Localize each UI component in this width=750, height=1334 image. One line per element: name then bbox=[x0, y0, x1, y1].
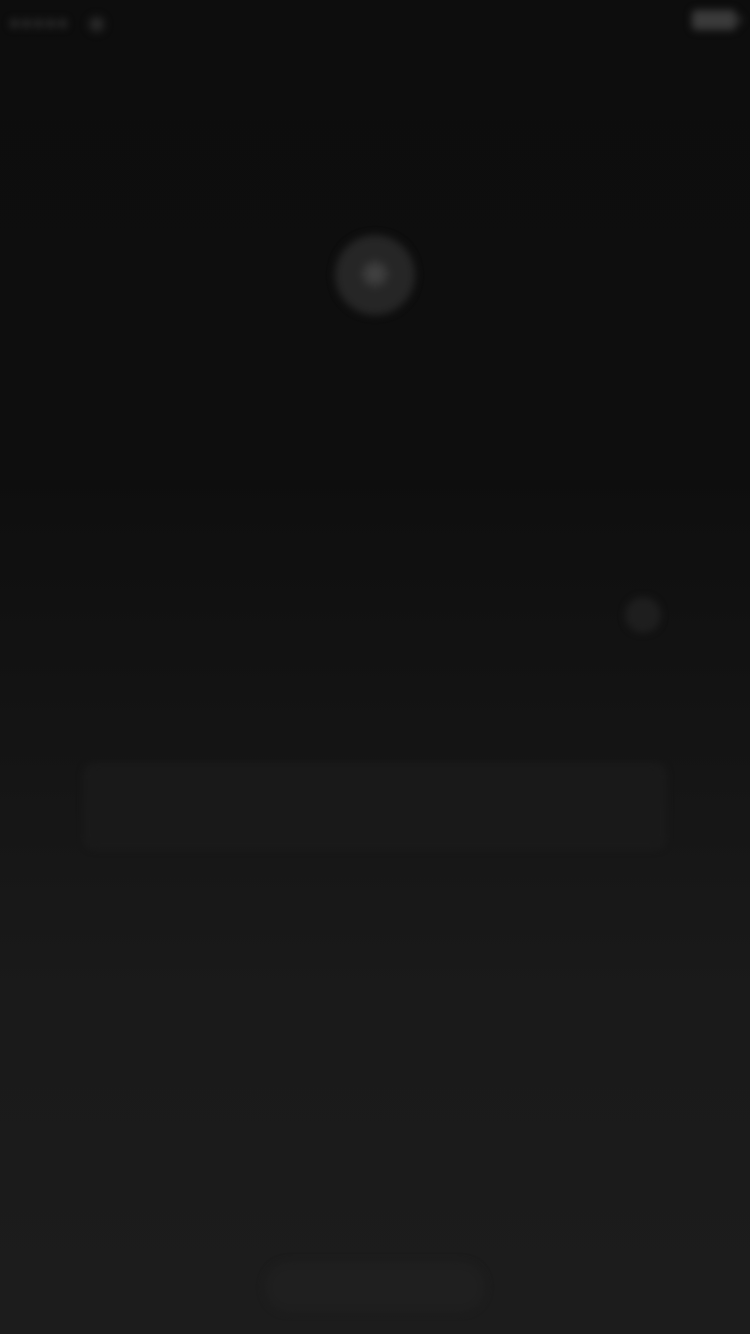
eye-icon[interactable] bbox=[626, 598, 660, 632]
signal-strength-icon bbox=[10, 18, 67, 28]
avatar[interactable]: ❋ bbox=[335, 235, 415, 315]
footer-link[interactable] bbox=[265, 1262, 485, 1312]
blurred-content: ◉ ❋ bbox=[0, 0, 750, 1334]
status-bar: ◉ bbox=[0, 0, 750, 40]
user-icon: ❋ bbox=[359, 254, 391, 295]
password-row bbox=[90, 580, 660, 652]
status-right bbox=[682, 10, 741, 30]
battery-icon bbox=[692, 10, 741, 30]
avatar-circle: ❋ bbox=[335, 235, 415, 315]
status-left: ◉ bbox=[10, 10, 106, 36]
wifi-icon: ◉ bbox=[87, 10, 107, 35]
password-input[interactable] bbox=[90, 580, 594, 652]
login-button[interactable] bbox=[85, 764, 665, 848]
